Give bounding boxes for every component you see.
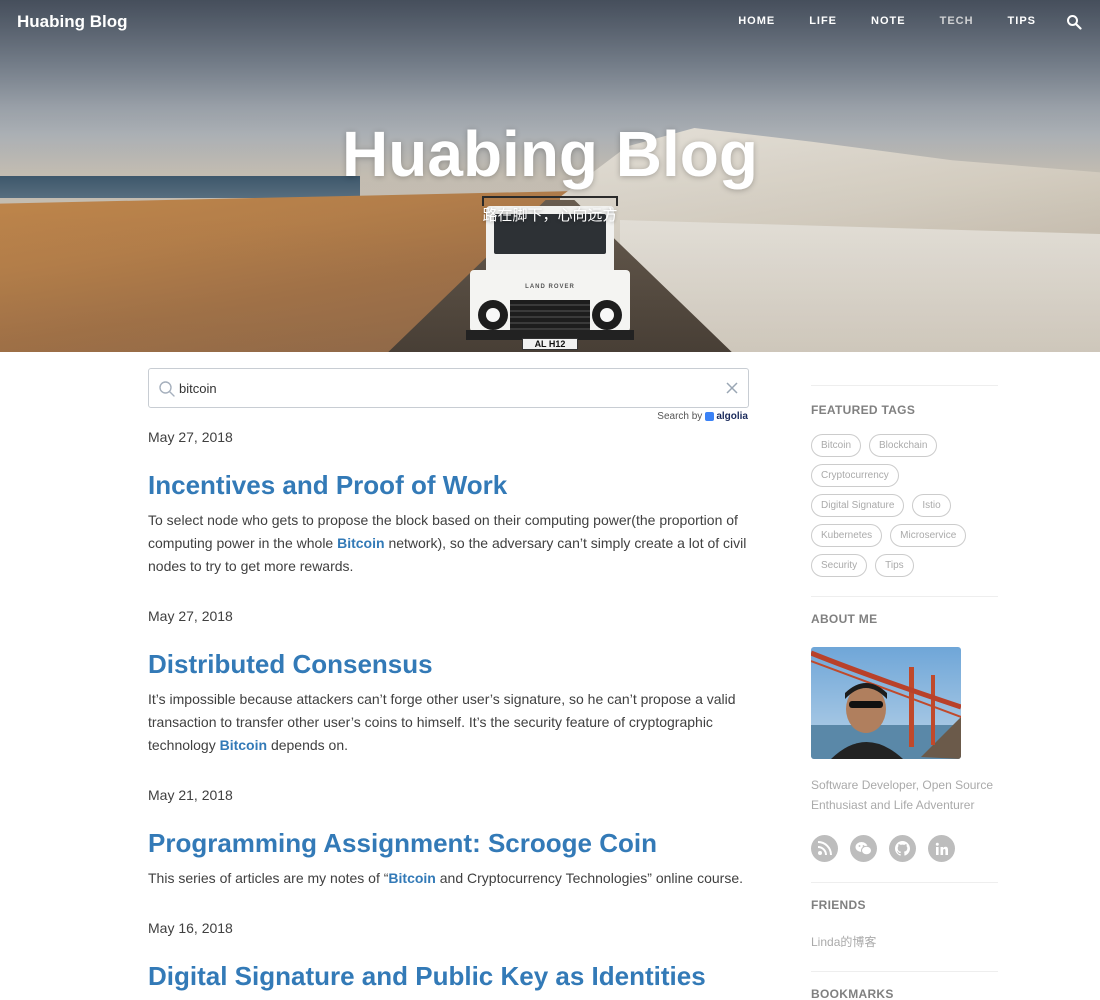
post-date: May 16, 2018 (148, 920, 233, 936)
nav-links: HOME LIFE NOTE TECH TIPS (704, 15, 1036, 27)
tag-digital-signature[interactable]: Digital Signature (811, 494, 905, 517)
rss-link[interactable] (811, 835, 838, 862)
github-link[interactable] (889, 835, 916, 862)
social-links (811, 835, 998, 862)
search-icon (159, 381, 175, 397)
truck-badge: LAND ROVER (525, 284, 575, 290)
post-title-link[interactable]: Distributed Consensus (148, 649, 750, 680)
post-excerpt: It’s impossible because attackers can’t … (148, 691, 736, 753)
post-list: Search by algolia May 27, 2018 Incentive… (148, 368, 750, 991)
nav-note[interactable]: NOTE (871, 15, 906, 27)
post-date: May 27, 2018 (148, 429, 233, 445)
search-input[interactable] (179, 377, 719, 399)
friends-heading: FRIENDS (811, 898, 866, 912)
post-title-link[interactable]: Digital Signature and Public Key as Iden… (148, 961, 750, 992)
post-preview: May 21, 2018 Programming Assignment: Scr… (148, 787, 750, 890)
tag-security[interactable]: Security (811, 554, 868, 577)
about-me-heading: ABOUT ME (811, 612, 878, 626)
tag-cryptocurrency[interactable]: Cryptocurrency (811, 464, 899, 487)
nav-tips[interactable]: TIPS (1008, 15, 1036, 27)
post-preview: May 27, 2018 Distributed Consensus It’s … (148, 608, 750, 757)
sidebar: FEATURED TAGS Bitcoin Blockchain Cryptoc… (811, 385, 998, 1000)
brand-link[interactable]: Huabing Blog (17, 12, 127, 32)
post-date: May 21, 2018 (148, 787, 233, 803)
wechat-link[interactable] (850, 835, 877, 862)
rss-icon (817, 841, 832, 856)
nav-tech[interactable]: TECH (940, 15, 974, 27)
powered-by-text: Search by (657, 411, 703, 422)
bookmarks-heading: BOOKMARKS (811, 987, 894, 1000)
clear-icon[interactable] (725, 381, 739, 395)
nav-life[interactable]: LIFE (809, 15, 837, 27)
friend-link[interactable]: Linda的博客 (811, 935, 876, 949)
tag-cloud: Bitcoin Blockchain Cryptocurrency Digita… (811, 434, 998, 577)
linkedin-icon (935, 842, 948, 855)
site-heading: Huabing Blog (342, 118, 758, 190)
tag-tips[interactable]: Tips (875, 554, 914, 577)
search-highlight: Bitcoin (388, 870, 436, 886)
avatar-photo (811, 647, 961, 759)
post-excerpt: To select node who gets to propose the b… (148, 512, 747, 574)
search-box: Search by algolia (148, 368, 749, 422)
top-navbar: Huabing Blog HOME LIFE NOTE TECH TIPS (0, 0, 1100, 44)
post-excerpt: This series of articles are my notes of … (148, 870, 744, 886)
algolia-label: algolia (716, 411, 748, 422)
github-icon (895, 841, 910, 856)
post-preview: May 16, 2018 Digital Signature and Publi… (148, 920, 750, 992)
wechat-icon (855, 842, 872, 856)
post-preview: May 27, 2018 Incentives and Proof of Wor… (148, 429, 750, 578)
search-highlight: Bitcoin (219, 737, 268, 753)
tag-blockchain[interactable]: Blockchain (869, 434, 938, 457)
post-title-link[interactable]: Programming Assignment: Scrooge Coin (148, 828, 750, 859)
tag-istio[interactable]: Istio (912, 494, 951, 517)
tag-microservice[interactable]: Microservice (890, 524, 967, 547)
search-highlight: Bitcoin (337, 535, 385, 551)
algolia-logo[interactable]: algolia (705, 411, 748, 422)
search-attribution: Search by algolia (657, 411, 748, 422)
tag-kubernetes[interactable]: Kubernetes (811, 524, 883, 547)
author-bio: Software Developer, Open Source Enthusia… (811, 778, 994, 812)
tag-bitcoin[interactable]: Bitcoin (811, 434, 862, 457)
avatar (811, 647, 961, 759)
post-title-link[interactable]: Incentives and Proof of Work (148, 470, 750, 501)
license-plate: AL H12 (522, 338, 578, 350)
nav-home[interactable]: HOME (738, 15, 775, 27)
hero-banner: LAND ROVER AL H12 Huabing Blog 路在脚下，心向远方 (0, 0, 1100, 352)
algolia-icon (705, 412, 715, 421)
linkedin-link[interactable] (928, 835, 955, 862)
featured-tags-heading: FEATURED TAGS (811, 403, 916, 417)
post-date: May 27, 2018 (148, 608, 233, 624)
site-subheading: 路在脚下，心向远方 (482, 207, 618, 224)
search-icon[interactable] (1066, 14, 1082, 30)
